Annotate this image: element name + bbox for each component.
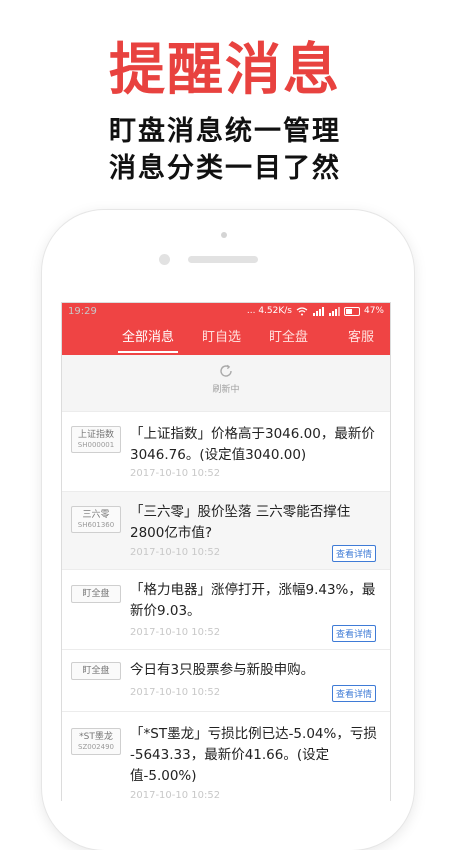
message-text: 「格力电器」涨停打开，涨幅9.43%，最新价9.03。 [130,582,376,619]
message-card[interactable]: 上证指数 SH000001 「上证指数」价格高于3046.00，最新价3046.… [62,411,390,492]
message-time: 2017-10-10 10:52 [130,687,221,698]
stock-tag-code: SH000001 [77,441,115,449]
promo-subtitle-line1: 盯盘消息统一管理 [109,116,341,147]
signal-icon [312,306,324,316]
promo-subtitle-line2: 消息分类一目了然 [109,153,341,184]
message-text: 今日有3只股票参与新股申购。 [130,662,315,678]
stock-tag-name: *ST墨龙 [79,732,113,742]
promo-title: 提醒消息 [109,37,341,103]
phone-sensor [159,254,170,265]
tab-watchlist[interactable]: 盯自选 [202,330,241,346]
battery-icon [343,306,360,316]
stock-tag-name: 上证指数 [77,430,114,440]
refresh-indicator: 刷新中 [62,363,390,395]
message-text: 「*ST墨龙」亏损比例已达-5.04%，亏损 -5643.33，最新价41.66… [130,726,377,784]
view-detail-button[interactable]: 查看详情 [331,685,376,702]
status-time: 19:29 [68,306,97,317]
wifi-icon [296,306,308,315]
battery-percent: 47% [363,306,384,316]
app-screen: 19:29 ... 4.52K/s 47% 全部消息 盯自选 盯全盘 客服 刷新… [61,302,391,801]
refresh-icon [220,364,232,377]
message-text: 「三六零」股价坠落 三六零能否撑住2800亿市值? [130,504,351,541]
message-card[interactable]: *ST墨龙 SZ002490 「*ST墨龙」亏损比例已达-5.04%，亏损 -5… [62,711,390,801]
stock-tag-name: 三六零 [82,510,110,520]
message-time: 2017-10-10 10:52 [130,547,221,558]
phone-camera [221,232,227,238]
tab-bar: 全部消息 盯自选 盯全盘 客服 [62,321,390,355]
stock-tag: 盯全盘 [71,585,121,603]
tab-market[interactable]: 盯全盘 [269,330,308,346]
stock-tag: *ST墨龙 SZ002490 [71,728,121,755]
stock-tag-name: 盯全盘 [82,589,110,599]
message-time: 2017-10-10 10:52 [130,790,221,801]
message-time: 2017-10-10 10:52 [130,468,221,479]
message-card[interactable]: 盯全盘 今日有3只股票参与新股申购。 2017-10-10 10:52 查看详情 [62,649,390,712]
stock-tag-code: SZ002490 [78,743,114,751]
stock-tag-code: SH601360 [77,521,115,529]
stock-tag: 上证指数 SH000001 [71,426,121,453]
active-tab-indicator [118,351,178,353]
status-bar: 19:29 ... 4.52K/s 47% [62,303,390,321]
status-indicators: ... 4.52K/s 47% [247,306,384,316]
stock-tag-name: 盯全盘 [82,666,110,676]
refresh-label: 刷新中 [212,385,240,395]
message-card[interactable]: 三六零 SH601360 「三六零」股价坠落 三六零能否撑住2800亿市值? 2… [62,491,390,570]
stock-tag: 盯全盘 [71,662,121,680]
stock-tag: 三六零 SH601360 [71,506,121,533]
signal-icon-2 [328,306,340,316]
message-text: 「上证指数」价格高于3046.00，最新价3046.76。(设定值3040.00… [130,426,375,463]
phone-speaker [188,256,258,263]
network-speed: ... 4.52K/s [246,306,292,316]
view-detail-button[interactable]: 查看详情 [331,545,376,562]
message-card[interactable]: 盯全盘 「格力电器」涨停打开，涨幅9.43%，最新价9.03。 2017-10-… [62,569,390,650]
tab-all-messages[interactable]: 全部消息 [122,330,174,346]
view-detail-button[interactable]: 查看详情 [331,625,376,642]
tab-customer-service[interactable]: 客服 [348,330,374,346]
message-time: 2017-10-10 10:52 [130,627,221,638]
app-header: 19:29 ... 4.52K/s 47% 全部消息 盯自选 盯全盘 客服 [62,303,390,355]
